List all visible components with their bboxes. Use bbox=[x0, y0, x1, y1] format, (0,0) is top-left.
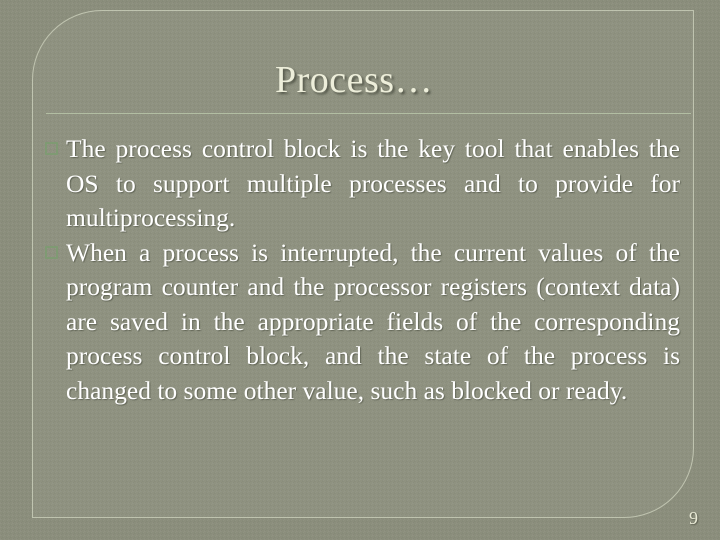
slide-number: 9 bbox=[689, 508, 698, 528]
bullet-paragraph: When a process is interrupted, the curre… bbox=[44, 236, 680, 409]
page-title: Process… bbox=[274, 59, 434, 101]
presentation-slide: Process… The process control block is th… bbox=[0, 0, 720, 540]
hollow-square-bullet-icon bbox=[45, 142, 58, 155]
bullet-paragraph: The process control block is the key too… bbox=[44, 132, 680, 236]
bullet-text: The process control block is the key too… bbox=[66, 134, 680, 232]
title-underline-rule bbox=[46, 113, 691, 114]
slide-title-block: Process… bbox=[48, 58, 660, 102]
bullet-text: When a process is interrupted, the curre… bbox=[66, 237, 680, 405]
hollow-square-bullet-icon bbox=[45, 245, 58, 259]
slide-body-content: The process control block is the key too… bbox=[44, 132, 680, 408]
